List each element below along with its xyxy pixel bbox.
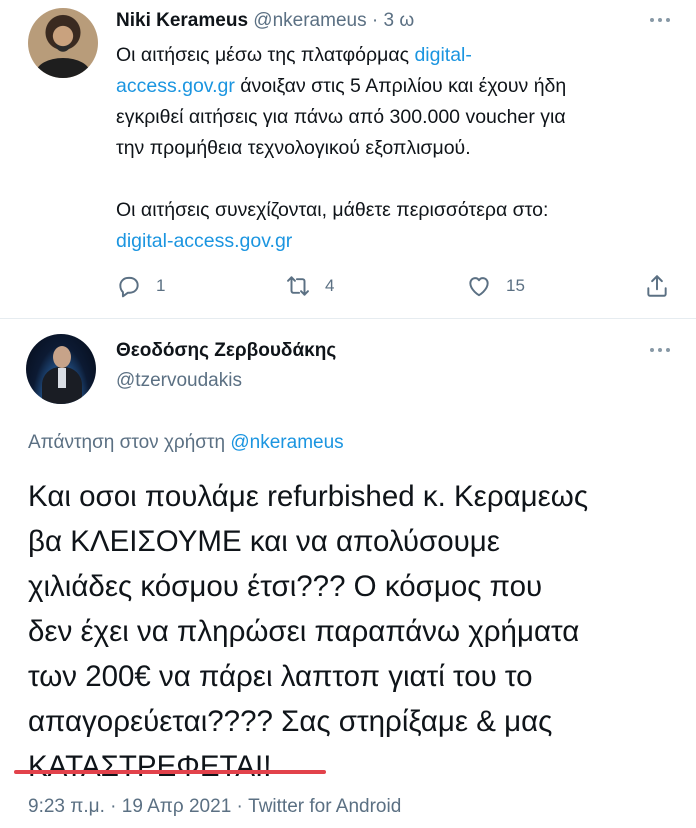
separator: · bbox=[371, 10, 379, 31]
more-options-icon[interactable] bbox=[648, 346, 672, 354]
url-link[interactable]: access.gov.gr bbox=[116, 75, 235, 97]
divider bbox=[0, 318, 696, 319]
more-options-icon[interactable] bbox=[648, 16, 672, 24]
tweet-time[interactable]: 3 ω bbox=[383, 10, 414, 31]
text-segment: Οι αιτήσεις συνεχίζονται, μάθετε περισσό… bbox=[116, 199, 549, 221]
tweet-text-line: Οι αιτήσεις μέσω της πλατφόρμας digital- bbox=[116, 40, 686, 71]
tweet-text: Οι αιτήσεις μέσω της πλατφόρμας digital-… bbox=[116, 40, 686, 257]
avatar[interactable] bbox=[26, 334, 96, 404]
text-segment: Οι αιτήσεις μέσω της πλατφόρμας bbox=[116, 44, 415, 66]
author-name[interactable]: Θεοδόσης Ζερβουδάκης bbox=[116, 340, 336, 362]
like-count: 15 bbox=[506, 276, 525, 295]
tweet-text-line: χιλιάδες κόσμου έτσι??? Ο κόσμος που bbox=[28, 570, 543, 603]
tweet-text-line: digital-access.gov.gr bbox=[116, 226, 686, 257]
tweet-text-line: των 200€ να πάρει λαπτοπ γιατί του το bbox=[28, 660, 533, 693]
tweet-text-line: access.gov.gr άνοιξαν στις 5 Απριλίου κα… bbox=[116, 71, 686, 102]
retweet-icon bbox=[287, 276, 309, 296]
retweet-button[interactable]: 4 bbox=[285, 272, 334, 300]
tweet-text-line: εγκριθεί αιτήσεις για πάνω από 300.000 v… bbox=[116, 102, 686, 133]
tweet-text-line: βα ΚΛΕΙΣΟΥΜΕ και να απολύσουμε bbox=[28, 525, 500, 558]
url-link[interactable]: digital- bbox=[414, 44, 471, 66]
tweet-original: Niki Kerameus @nkerameus · 3 ω Οι αιτήσε… bbox=[0, 0, 696, 318]
tweet-text: Και οσοι πουλάμε refurbished κ. Κεραμεως… bbox=[28, 474, 688, 789]
red-underline-annotation bbox=[14, 770, 326, 774]
tweet-text-line: ΚΑΤΑΣΤΡΕΦΕΤΑΙ! bbox=[28, 750, 272, 783]
tweet-text-line: απαγορεύεται???? Σας στηρίξαμε & μας bbox=[28, 705, 553, 738]
url-link[interactable]: digital-access.gov.gr bbox=[116, 230, 292, 252]
tweet-text-line: Και οσοι πουλάμε refurbished κ. Κεραμεως bbox=[28, 480, 589, 513]
reply-handle-link[interactable]: @nkerameus bbox=[230, 432, 343, 453]
reply-button[interactable]: 1 bbox=[116, 272, 165, 300]
heart-icon bbox=[469, 277, 489, 297]
tweet-text-line: δεν έχει να πληρώσει παραπάνω χρήματα bbox=[28, 615, 580, 648]
text-segment: την προμήθεια τεχνολογικού εξοπλισμού. bbox=[116, 137, 471, 159]
tweet-header: Niki Kerameus @nkerameus · 3 ω bbox=[116, 10, 414, 32]
author-name[interactable]: Niki Kerameus bbox=[116, 10, 248, 31]
retweet-count: 4 bbox=[325, 276, 335, 295]
tweet-text-line: Οι αιτήσεις συνεχίζονται, μάθετε περισσό… bbox=[116, 195, 686, 226]
tweet-actions: 1 4 15 bbox=[0, 272, 696, 300]
tweet-text-line: την προμήθεια τεχνολογικού εξοπλισμού. bbox=[116, 133, 686, 164]
text-segment: άνοιξαν στις 5 Απριλίου και έχουν ήδη bbox=[234, 75, 567, 97]
reply-context: Απάντηση στον χρήστη @nkerameus bbox=[28, 432, 344, 454]
reply-icon bbox=[119, 276, 139, 298]
reply-count: 1 bbox=[156, 276, 166, 295]
avatar[interactable] bbox=[28, 8, 98, 78]
share-button[interactable] bbox=[644, 272, 670, 300]
author-handle[interactable]: @tzervoudakis bbox=[116, 370, 242, 392]
share-icon bbox=[647, 275, 667, 297]
author-handle[interactable]: @nkerameus bbox=[253, 10, 366, 31]
tweet-meta: 9:23 π.μ. · 19 Απρ 2021 · Twitter for An… bbox=[28, 796, 402, 817]
like-button[interactable]: 15 bbox=[466, 272, 525, 300]
text-segment: εγκριθεί αιτήσεις για πάνω από 300.000 v… bbox=[116, 106, 566, 128]
reply-prefix: Απάντηση στον χρήστη bbox=[28, 432, 231, 453]
